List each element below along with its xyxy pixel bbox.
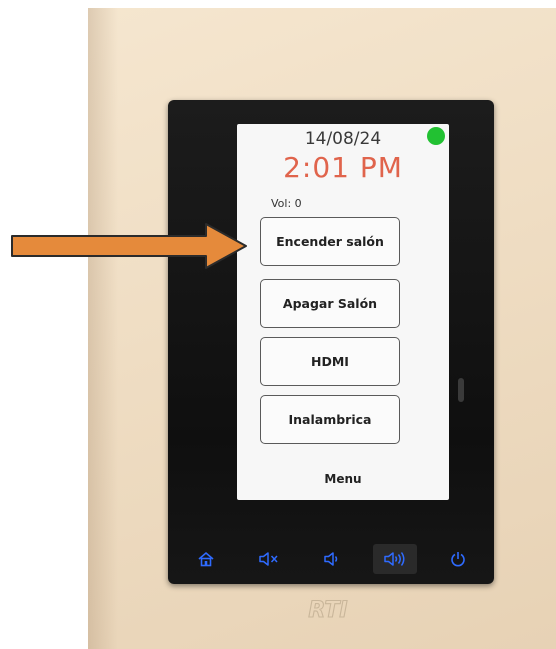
pointer-arrow: [11, 223, 247, 269]
home-key[interactable]: [184, 544, 228, 574]
bezel-sensor: [458, 378, 464, 402]
volume-up-key[interactable]: [373, 544, 417, 574]
brand-text: RTI: [308, 598, 347, 623]
volume-label: Vol: 0: [271, 197, 302, 210]
hdmi-button[interactable]: HDMI: [260, 337, 400, 386]
inalambrica-button[interactable]: Inalambrica: [260, 395, 400, 444]
encender-salon-button[interactable]: Encender salón: [260, 217, 400, 266]
apagar-salon-button[interactable]: Apagar Salón: [260, 279, 400, 328]
wall-shadow: [88, 8, 118, 649]
mute-icon: [259, 552, 278, 566]
volume-down-icon: [324, 552, 338, 566]
hardware-keys: [184, 544, 480, 574]
rti-logo: RTI: [308, 597, 348, 623]
time-display: 2:01 PM: [283, 151, 403, 184]
touch-screen: 14/08/24 2:01 PM Vol: 0 Encender salón A…: [237, 124, 449, 500]
menu-button[interactable]: Menu: [237, 472, 449, 486]
power-icon: [451, 552, 465, 567]
date-display: 14/08/24: [304, 129, 382, 149]
volume-up-icon: [384, 552, 405, 566]
power-key[interactable]: [436, 544, 480, 574]
volume-down-key[interactable]: [310, 544, 354, 574]
home-icon: [198, 551, 214, 567]
mute-key[interactable]: [247, 544, 291, 574]
